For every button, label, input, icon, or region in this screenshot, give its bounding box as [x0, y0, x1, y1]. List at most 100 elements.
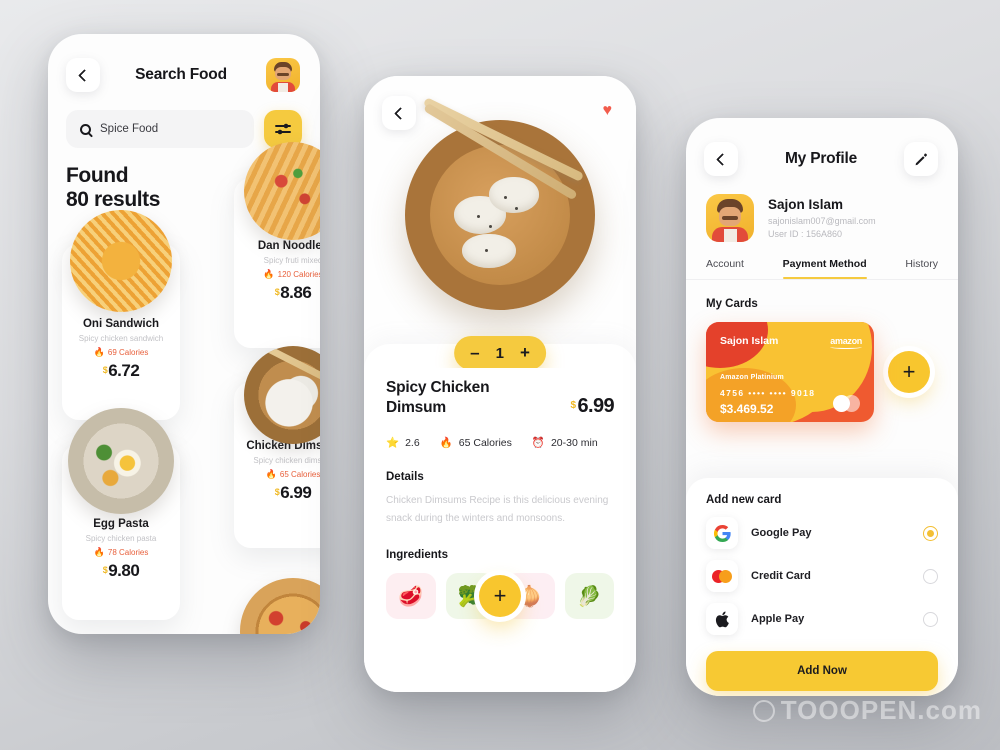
details-text: Chicken Dimsums Recipe is this delicious… — [386, 495, 609, 524]
food-title: Spicy Chicken Dimsum — [386, 379, 490, 417]
star-icon: ⭐ — [386, 437, 400, 450]
edit-profile-button[interactable] — [904, 142, 938, 176]
food-subtitle: Spicy chicken sandwich — [78, 334, 164, 344]
currency-symbol: $ — [570, 400, 577, 412]
payment-option-apple-pay[interactable]: Apple Pay — [706, 603, 938, 635]
profile-tabs: Account Payment Method History — [686, 242, 958, 279]
quantity-increase[interactable]: + — [520, 343, 530, 363]
food-subtitle: Spicy chicken pasta — [85, 534, 157, 544]
search-input-value: Spice Food — [100, 123, 159, 135]
watermark: TOOOPEN.com — [752, 695, 982, 726]
phone-screen-food-detail: ♥ – 1 + Spicy Chicken Dimsum $6.99 ⭐ 2.6… — [364, 76, 636, 692]
credit-card[interactable]: Sajon Islam amazon Amazon Platinium 4756… — [706, 322, 874, 422]
detail-hero: ♥ – 1 + — [364, 76, 636, 368]
food-name: Egg Pasta — [93, 518, 149, 531]
user-info: Sajon Islam sajonislam007@gmail.com User… — [768, 197, 876, 239]
chevron-left-icon — [78, 68, 91, 82]
details-heading: Details — [386, 471, 424, 484]
phone-screen-my-profile: My Profile Sajon Islam sajonislam007@gma… — [686, 118, 958, 696]
food-name: Dan Noodles — [257, 240, 320, 253]
avatar[interactable] — [706, 194, 754, 242]
payment-option-label: Google Pay — [751, 527, 812, 539]
avatar[interactable] — [266, 58, 300, 92]
meat-icon: 🥩 — [398, 585, 424, 608]
page-title: My Profile — [784, 150, 858, 167]
food-price: $8.86 — [274, 283, 312, 303]
ingredients-heading: Ingredients — [386, 549, 448, 562]
tab-history[interactable]: History — [905, 258, 938, 279]
mastercard-icon — [833, 395, 860, 412]
tab-payment-method[interactable]: Payment Method — [782, 258, 867, 279]
food-calories: 🔥 69 Calories — [93, 347, 149, 358]
search-input[interactable]: Spice Food — [66, 110, 254, 148]
add-new-card-heading: Add new card — [706, 494, 782, 506]
price-value: 6.99 — [577, 395, 614, 418]
food-name: Chicken Dimsum — [246, 440, 320, 453]
add-ingredient-button[interactable]: + — [479, 575, 521, 618]
plus-icon: + — [493, 583, 507, 609]
quantity-decrease[interactable]: – — [470, 343, 479, 363]
time-value: 20-30 min — [550, 436, 598, 449]
ingredients-list: 🥩 🥦 🧅 🥬 + — [386, 573, 614, 620]
payment-option-label: Apple Pay — [751, 613, 805, 625]
calories-value: 65 Calories — [458, 436, 512, 449]
my-cards-heading: My Cards — [706, 298, 758, 310]
food-price: $9.80 — [102, 561, 140, 581]
food-calories: 🔥 65 Calories — [265, 469, 320, 480]
alarm-clock-icon: ⏰ — [531, 437, 545, 450]
search-header: Search Food — [48, 34, 320, 92]
detail-sheet: Spicy Chicken Dimsum $6.99 ⭐ 2.6 🔥 65 Ca… — [364, 344, 636, 692]
payment-option-google-pay[interactable]: Google Pay — [706, 517, 938, 549]
google-pay-icon — [706, 517, 738, 549]
profile-user-block: Sajon Islam sajonislam007@gmail.com User… — [686, 176, 958, 242]
quantity-stepper[interactable]: – 1 + — [454, 336, 546, 368]
plus-icon: + — [902, 359, 916, 384]
card-balance: $3.469.52 — [720, 402, 774, 416]
ingredient-meat[interactable]: 🥩 — [386, 573, 436, 620]
back-button[interactable] — [66, 58, 100, 92]
food-subtitle: Spicy fruti mixed — [263, 256, 320, 266]
cards-row: Sajon Islam amazon Amazon Platinium 4756… — [686, 310, 958, 422]
add-new-card-sheet: Add new card Google Pay Credit Card Appl… — [686, 478, 958, 696]
apple-pay-icon — [706, 603, 738, 635]
hero-food-image — [405, 97, 595, 310]
add-now-button[interactable]: Add Now — [706, 651, 938, 691]
chevron-left-icon — [394, 106, 407, 120]
phone-screen-search-food: Search Food Spice Food Found 80 results … — [48, 34, 320, 634]
radio-apple-pay[interactable] — [923, 611, 938, 627]
radio-credit-card[interactable] — [923, 568, 938, 584]
flame-icon: 🔥 — [439, 437, 453, 450]
payment-option-credit-card[interactable]: Credit Card — [706, 560, 938, 592]
results-count: Found 80 results — [48, 148, 320, 212]
flame-icon: 🔥 — [93, 347, 105, 358]
watermark-text: TOOOPEN.com — [780, 695, 982, 725]
rating-value: 2.6 — [405, 436, 420, 449]
add-card-button[interactable]: + — [888, 351, 930, 393]
food-price: $6.99 — [571, 395, 615, 418]
found-label: Found — [66, 164, 129, 187]
food-image-eggpasta — [68, 408, 174, 515]
flame-icon: 🔥 — [263, 269, 275, 280]
card-type: Amazon Platinium — [720, 374, 784, 381]
ingredient-cabbage[interactable]: 🥬 — [564, 573, 614, 620]
payment-option-label: Credit Card — [751, 570, 811, 582]
heart-icon[interactable]: ♥ — [603, 102, 613, 120]
time-meta: ⏰ 20-30 min — [531, 436, 598, 450]
page-title: Search Food — [135, 66, 227, 83]
food-name: Oni Sandwich — [82, 318, 160, 331]
back-button[interactable] — [382, 96, 416, 130]
calories-meta: 🔥 65 Calories — [439, 436, 512, 450]
back-button[interactable] — [704, 142, 738, 176]
tab-account[interactable]: Account — [706, 258, 744, 279]
pencil-icon — [915, 153, 927, 166]
mastercard-icon — [706, 560, 738, 592]
rating-meta: ⭐ 2.6 — [386, 436, 420, 450]
radio-google-pay[interactable] — [923, 525, 938, 541]
flame-icon: 🔥 — [93, 547, 105, 558]
cabbage-icon: 🥬 — [576, 585, 602, 608]
food-price: $6.72 — [102, 361, 140, 381]
onion-icon: 🧅 — [517, 585, 543, 608]
search-icon — [80, 123, 91, 135]
food-subtitle: Spicy chicken dimsum — [253, 456, 320, 466]
user-name: Sajon Islam — [768, 197, 844, 212]
